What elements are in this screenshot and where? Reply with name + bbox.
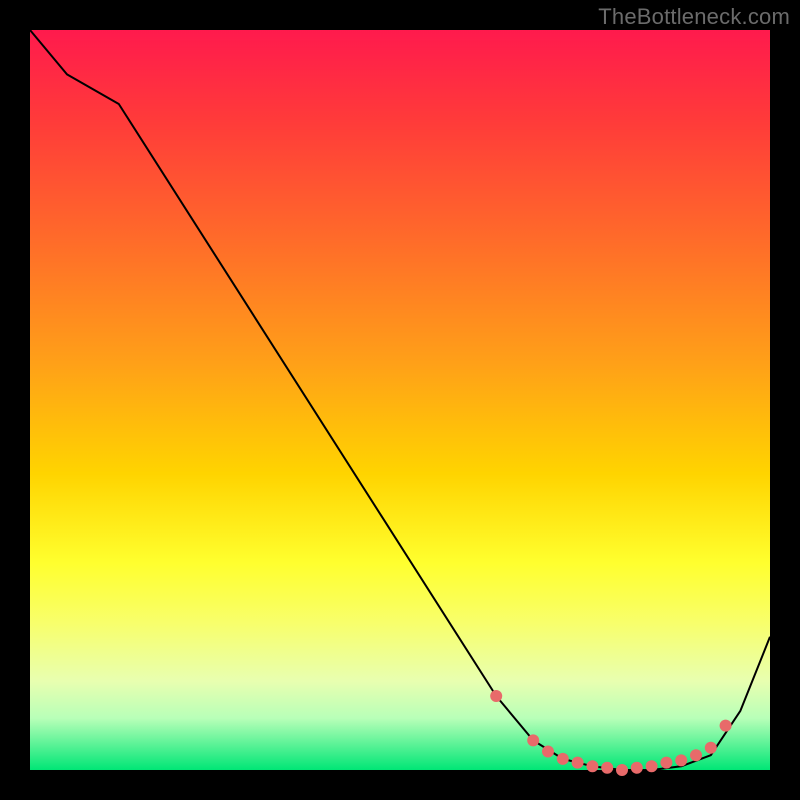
highlight-point xyxy=(690,749,702,761)
highlight-point xyxy=(490,690,502,702)
highlight-point xyxy=(631,762,643,774)
highlight-point xyxy=(616,764,628,776)
highlight-point xyxy=(586,760,598,772)
attribution-text: TheBottleneck.com xyxy=(598,4,790,30)
highlight-point xyxy=(675,754,687,766)
curve-layer xyxy=(30,30,770,770)
highlight-point xyxy=(527,734,539,746)
highlight-point xyxy=(705,742,717,754)
chart-frame: TheBottleneck.com xyxy=(0,0,800,800)
highlight-point xyxy=(646,760,658,772)
chart-svg xyxy=(30,30,770,770)
highlight-point xyxy=(601,762,613,774)
plot-area xyxy=(30,30,770,770)
highlight-point xyxy=(660,757,672,769)
highlight-point xyxy=(572,757,584,769)
highlight-point xyxy=(720,720,732,732)
highlight-point xyxy=(542,746,554,758)
highlight-point xyxy=(557,753,569,765)
bottleneck-line xyxy=(30,30,770,770)
